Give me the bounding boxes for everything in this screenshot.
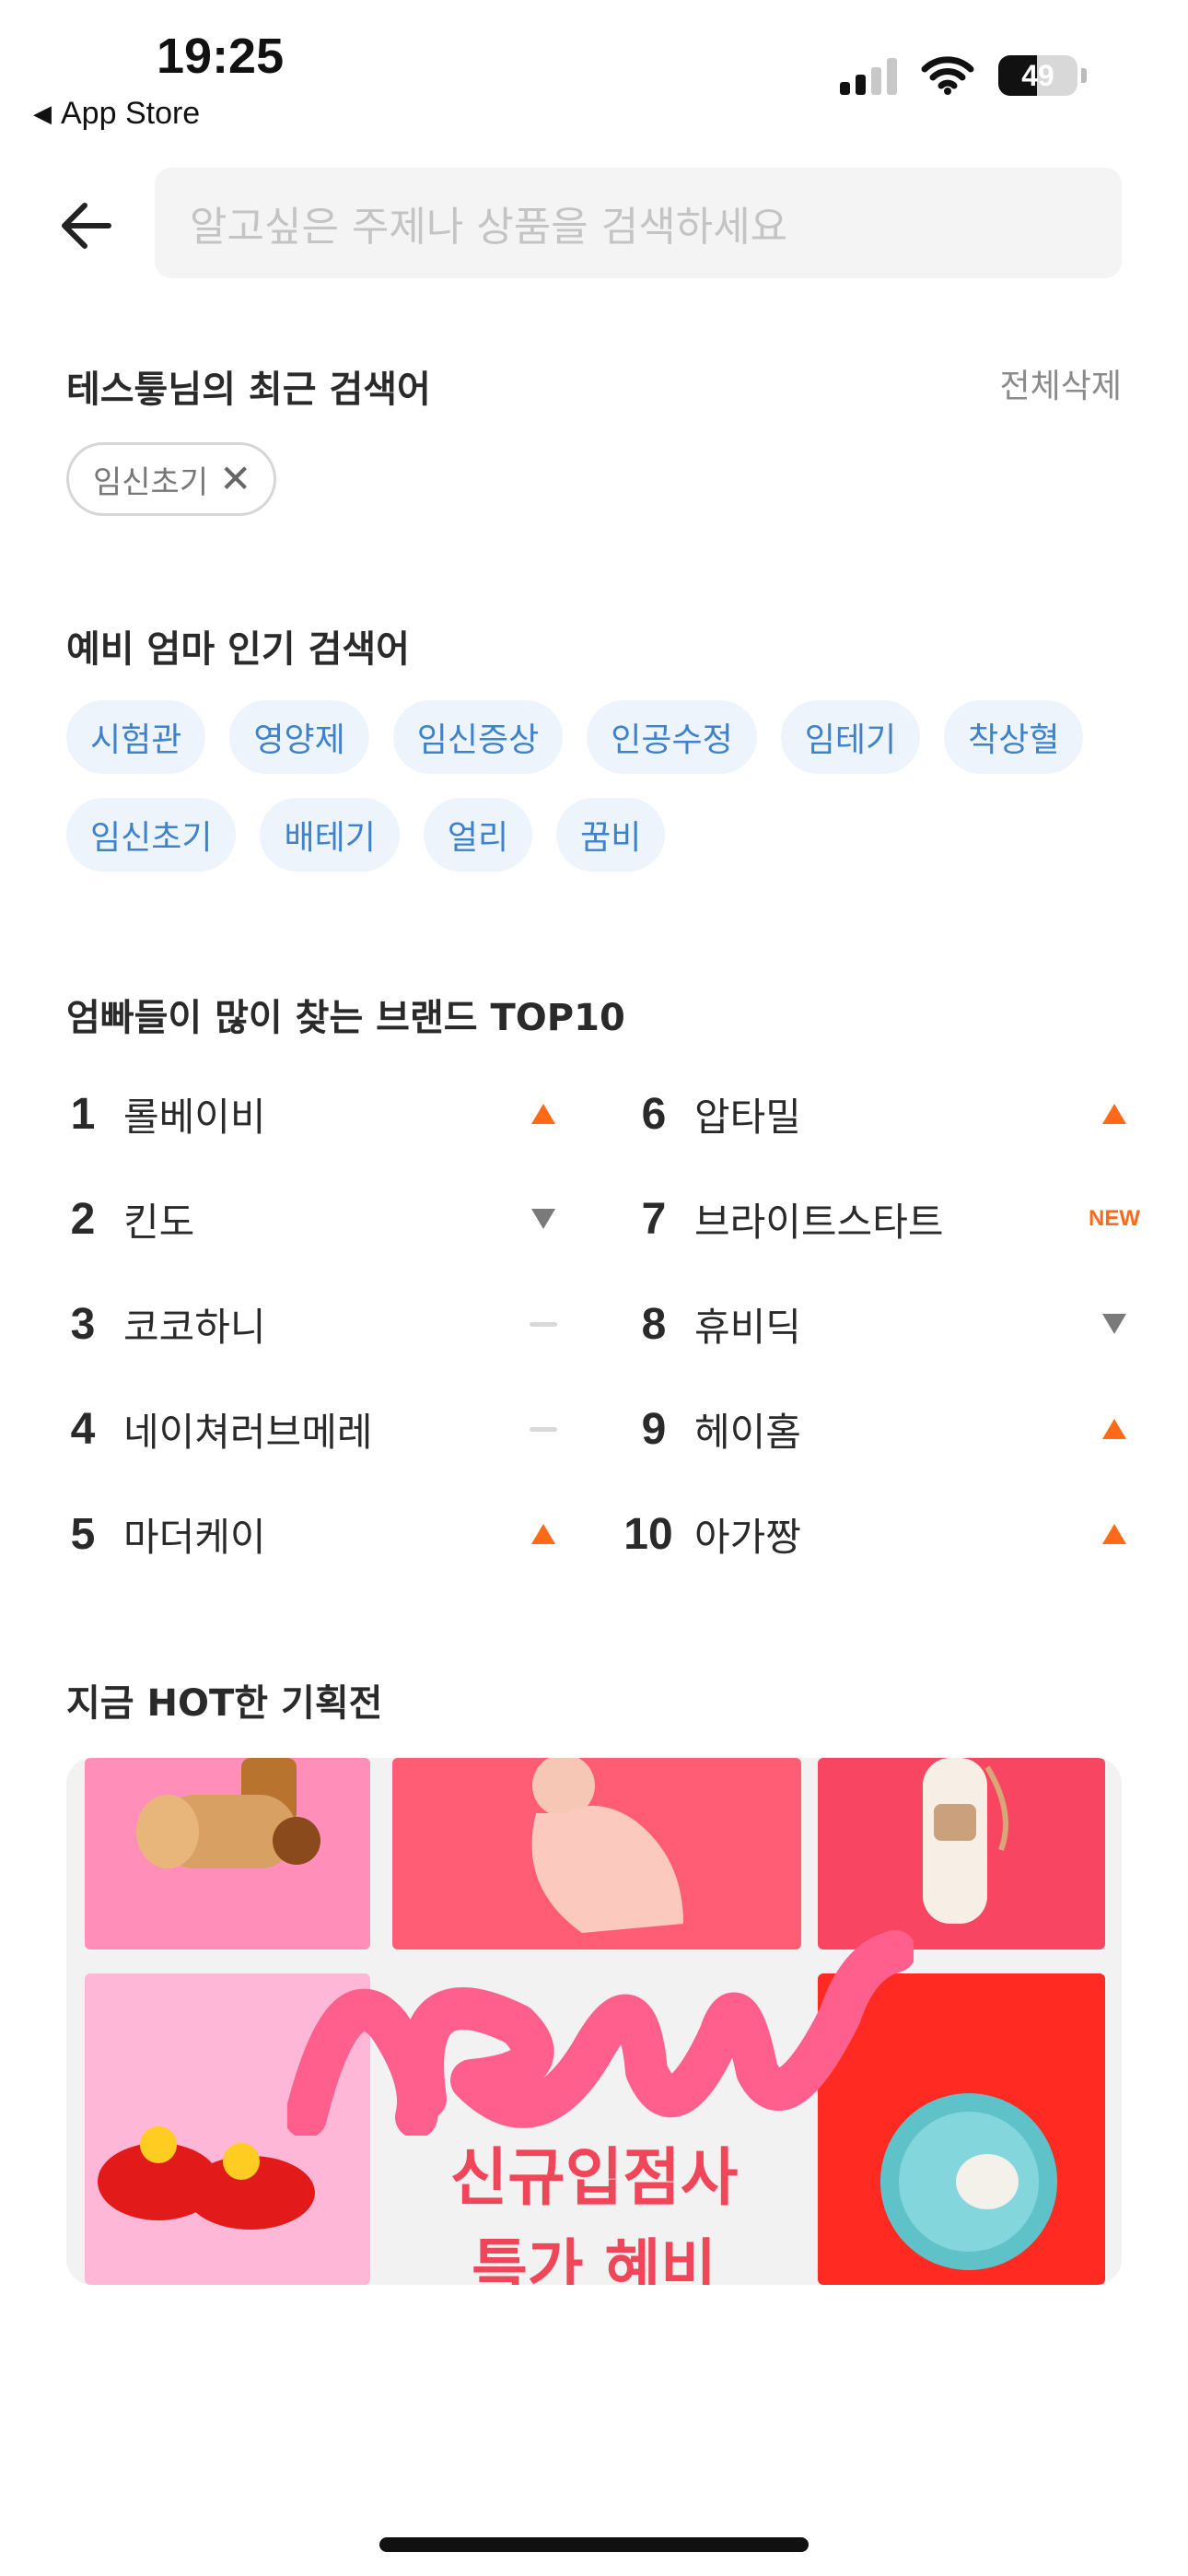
trend-up-icon: [1087, 1095, 1142, 1132]
new-badge-label: NEW: [1089, 1206, 1140, 1231]
trend-up-icon: [1087, 1411, 1142, 1447]
hot-exhibitions-title: 지금 HOT한 기획전: [66, 1682, 383, 1725]
back-to-app-store[interactable]: ◀ App Store: [33, 96, 200, 132]
rank-number: 6: [641, 1089, 667, 1139]
status-indicators: 49: [840, 55, 1087, 96]
bottle-image: [923, 1758, 1008, 1924]
popular-search-chip[interactable]: 인공수정: [587, 700, 757, 774]
brand-rank-row[interactable]: 5 마더케이: [55, 1481, 571, 1587]
rank-number: 10: [623, 1509, 673, 1559]
popular-search-chip[interactable]: 착상혈: [944, 700, 1084, 774]
brand-name: 브라이트스타트: [694, 1199, 944, 1245]
brand-rank-row[interactable]: 6 압타밀: [626, 1061, 1142, 1166]
back-triangle-icon: ◀: [33, 100, 52, 127]
status-time: 19:25: [157, 29, 285, 84]
delete-all-button[interactable]: 전체삭제: [1000, 359, 1122, 407]
popular-search-chip[interactable]: 임신초기: [66, 798, 237, 872]
back-app-label: App Store: [61, 96, 201, 131]
brand-name: 마더케이: [123, 1514, 266, 1560]
rank-number: 7: [641, 1194, 667, 1244]
back-arrow-button[interactable]: [55, 193, 120, 258]
battery-icon: 49: [998, 55, 1077, 96]
banner-headline: 신규입점사: [449, 2142, 739, 2215]
trend-down-icon: [1087, 1306, 1142, 1342]
brand-name: 킨도: [123, 1199, 195, 1245]
banner-subheadline: 특가 혜비: [472, 2232, 716, 2285]
brand-name: 휴비딕: [694, 1304, 801, 1350]
brand-rank-column-right: 6 압타밀 7 브라이트스타트 NEW 8 휴비딕 9 헤이홈 10 아가짱: [623, 1061, 1142, 1587]
exhibition-banner[interactable]: 신규입점사 특가 혜비: [66, 1758, 1122, 2285]
brand-rank-row[interactable]: 8 휴비딕: [626, 1271, 1142, 1376]
home-indicator: [379, 2537, 809, 2552]
brand-name: 코코하니: [123, 1304, 266, 1350]
new-badge: NEW: [1087, 1200, 1142, 1237]
signal-icon: [840, 56, 897, 95]
trend-up-icon: [1087, 1516, 1142, 1552]
brand-name: 압타밀: [694, 1094, 801, 1140]
search-input[interactable]: 알고싶은 주제나 상품을 검색하세요: [155, 168, 1122, 278]
brand-rank-row[interactable]: 10 아가짱: [623, 1481, 1142, 1587]
popular-search-chip[interactable]: 꿈비: [556, 798, 666, 872]
rank-number: 3: [70, 1299, 96, 1349]
popular-search-chips: 시험관 영양제 임신증상 인공수정 임테기 착상혈 임신초기 배테기 얼리 꿈비: [66, 700, 1135, 872]
popular-search-chip[interactable]: 임테기: [780, 700, 921, 774]
brand-rank-row[interactable]: 1 롤베이비: [55, 1061, 571, 1166]
brand-name: 아가짱: [694, 1514, 801, 1560]
trend-same-icon: [516, 1411, 571, 1447]
search-placeholder: 알고싶은 주제나 상품을 검색하세요: [190, 204, 788, 251]
recent-searches-title: 테스틓님의 최근 검색어: [66, 369, 431, 411]
popular-search-chip[interactable]: 시험관: [66, 700, 206, 774]
recent-search-label: 임신초기: [93, 463, 209, 501]
rank-number: 5: [70, 1509, 96, 1559]
rank-number: 4: [70, 1404, 96, 1454]
brand-name: 네이쳐러브메레: [123, 1409, 373, 1455]
popular-searches-title: 예비 엄마 인기 검색어: [66, 628, 410, 671]
popular-search-chip[interactable]: 영양제: [229, 700, 369, 774]
battery-level: 49: [1021, 58, 1054, 92]
brand-rank-row[interactable]: 9 헤이홈: [626, 1376, 1142, 1481]
brand-rank-row[interactable]: 7 브라이트스타트 NEW: [626, 1166, 1142, 1271]
trend-up-icon: [516, 1095, 571, 1132]
new-lettering-graphic: [287, 1930, 914, 2136]
brand-rank-row[interactable]: 3 코코하니: [55, 1271, 571, 1376]
brand-top10-title: 엄빠들이 많이 찾는 브랜드 TOP10: [66, 997, 625, 1039]
wifi-icon: [921, 56, 974, 95]
brand-name: 헤이홈: [694, 1409, 801, 1455]
trend-down-icon: [516, 1200, 571, 1237]
rank-number: 1: [70, 1089, 96, 1139]
rank-number: 8: [641, 1299, 667, 1349]
trend-up-icon: [516, 1516, 571, 1552]
rank-number: 9: [641, 1404, 667, 1454]
rank-number: 2: [70, 1194, 96, 1244]
popular-search-chip[interactable]: 배테기: [260, 798, 400, 872]
battery-tip: [1081, 68, 1087, 83]
brand-rank-column-left: 1 롤베이비 2 킨도 3 코코하니 4 네이쳐러브메레 5 마더케이: [55, 1061, 571, 1587]
brand-name: 롤베이비: [123, 1094, 266, 1140]
brand-rank-row[interactable]: 4 네이쳐러브메레: [55, 1376, 571, 1481]
remove-recent-icon[interactable]: ✕: [219, 460, 251, 498]
brand-rank-row[interactable]: 2 킨도: [55, 1166, 571, 1271]
popular-search-chip[interactable]: 임신증상: [392, 700, 564, 774]
recent-search-chip[interactable]: 임신초기 ✕: [66, 442, 277, 516]
wooden-toy-image: [136, 1758, 320, 1868]
trend-same-icon: [516, 1306, 571, 1342]
popular-search-chip[interactable]: 얼리: [423, 798, 533, 872]
